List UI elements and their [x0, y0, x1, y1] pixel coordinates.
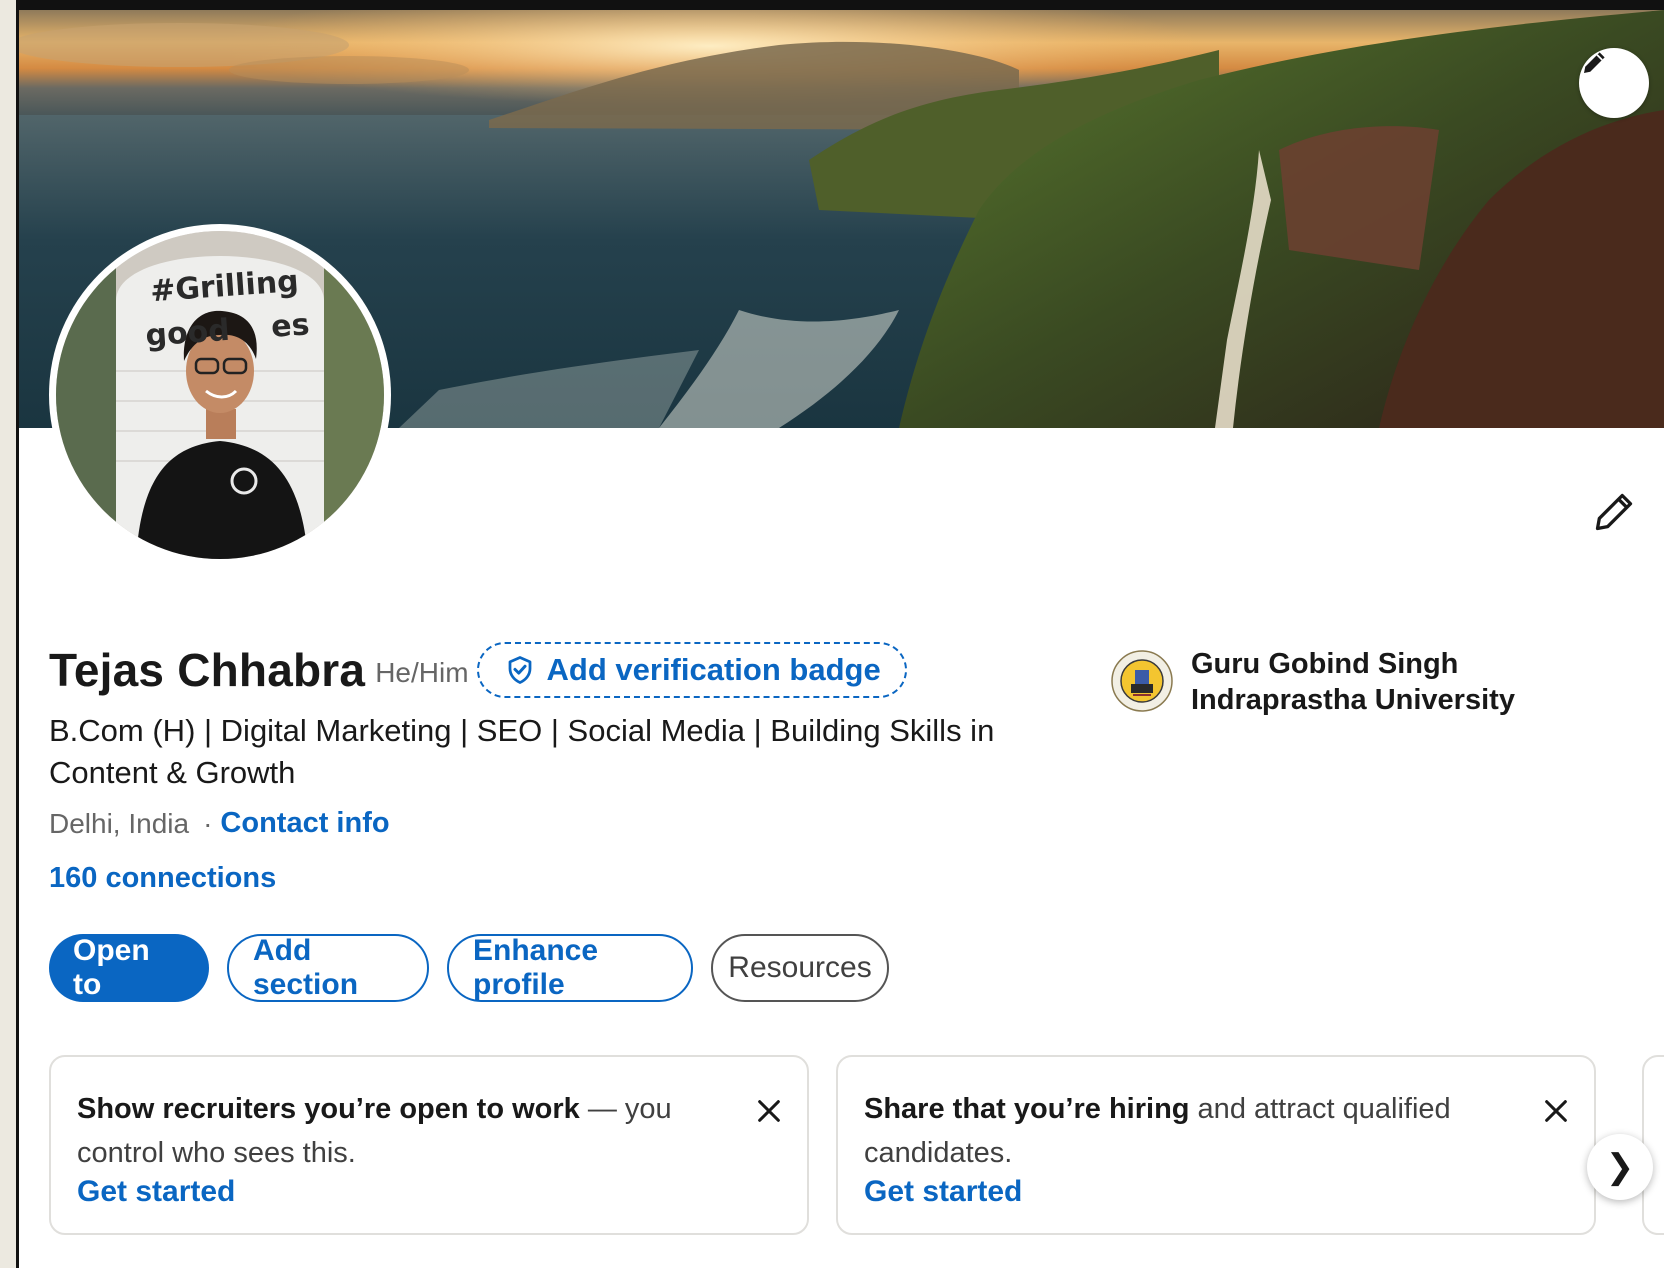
carousel-next-button[interactable]: ❯: [1587, 1134, 1653, 1200]
separator-dot: ·: [203, 807, 213, 839]
education-link[interactable]: Guru Gobind Singh Indraprastha Universit…: [1111, 646, 1531, 718]
name-row: Tejas Chhabra He/Him Add verification ba…: [49, 642, 907, 698]
connections-link[interactable]: 160 connections: [49, 862, 276, 895]
university-name: Guru Gobind Singh Indraprastha Universit…: [1191, 648, 1515, 716]
verify-label: Add verification badge: [546, 652, 881, 687]
window-frame-top: [0, 0, 1664, 10]
close-icon: [758, 1100, 780, 1122]
edit-cover-button[interactable]: [1579, 48, 1649, 118]
pencil-icon: [1595, 493, 1633, 531]
avatar-sign-text: #Grilling good es: [144, 263, 311, 354]
profile-intro-card: #Grilling good es Tejas Chhabra He/Him A…: [19, 10, 1664, 1268]
get-started-link[interactable]: Get started: [864, 1175, 1022, 1209]
suggestion-card: Share that you’re hiring and attract qua…: [836, 1055, 1596, 1235]
chevron-right-icon: ❯: [1605, 1148, 1635, 1186]
location: Delhi, India: [49, 807, 190, 839]
open-to-button[interactable]: Open to: [49, 934, 209, 1002]
close-icon: [1545, 1100, 1567, 1122]
suggestion-text: Show recruiters you’re open to work — yo…: [77, 1093, 672, 1169]
suggestion-card: Show recruiters you’re open to work — yo…: [49, 1055, 809, 1235]
profile-name: Tejas Chhabra: [49, 644, 366, 696]
contact-info-link[interactable]: Contact info: [220, 807, 389, 840]
dismiss-button[interactable]: [749, 1091, 789, 1131]
profile-photo-button[interactable]: #Grilling good es: [49, 224, 391, 566]
profile-photo: #Grilling good es: [56, 231, 384, 559]
profile-actions: Open to Add section Enhance profile Reso…: [49, 934, 907, 1002]
edit-intro-button[interactable]: [1584, 482, 1644, 542]
shield-check-icon: [508, 656, 531, 684]
pencil-icon: [1584, 52, 1605, 73]
university-logo: [1111, 650, 1173, 712]
enhance-profile-button[interactable]: Enhance profile: [447, 934, 693, 1002]
add-section-button[interactable]: Add section: [227, 934, 429, 1002]
get-started-link[interactable]: Get started: [77, 1175, 235, 1209]
dismiss-button[interactable]: [1536, 1091, 1576, 1131]
suggestion-text: Share that you’re hiring and attract qua…: [864, 1093, 1451, 1169]
pronouns: He/Him: [375, 657, 469, 688]
resources-button[interactable]: Resources: [711, 934, 889, 1002]
add-verification-badge-button[interactable]: Add verification badge: [476, 642, 907, 698]
window-frame-left: [0, 0, 19, 1268]
profile-headline: B.Com (H) | Digital Marketing | SEO | So…: [49, 713, 995, 790]
location-row: Delhi, India · Contact info: [49, 807, 390, 840]
